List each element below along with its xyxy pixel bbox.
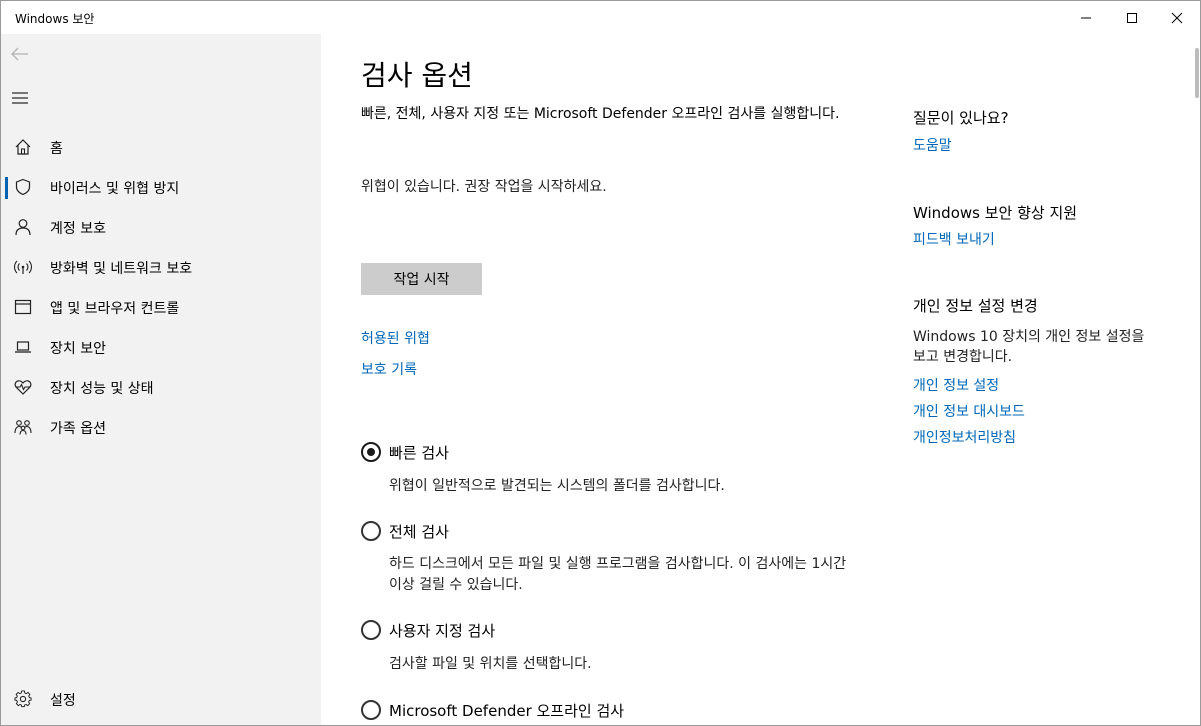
sidebar-item-label: 앱 및 브라우저 컨트롤: [50, 301, 180, 317]
offline-scan-label: Microsoft Defender 오프라인 검사: [389, 701, 625, 720]
offline-scan-option[interactable]: Microsoft Defender 오프라인 검사: [361, 699, 624, 721]
sidebar-item-family-options[interactable]: 가족 옵션: [1, 407, 321, 447]
sidebar-item-settings[interactable]: 설정: [1, 679, 321, 719]
back-button[interactable]: [11, 44, 35, 64]
full-scan-option[interactable]: 전체 검사: [361, 520, 449, 542]
home-icon: [13, 137, 33, 157]
person-icon: [13, 217, 33, 237]
sidebar-item-app-browser-control[interactable]: 앱 및 브라우저 컨트롤: [1, 287, 321, 327]
window-title: Windows 보안: [15, 12, 95, 26]
family-icon: [13, 417, 33, 437]
laptop-icon: [13, 337, 33, 357]
sidebar-item-account-protection[interactable]: 계정 보호: [1, 207, 321, 247]
sidebar-item-label: 장치 보안: [50, 341, 106, 357]
sidebar: 홈 바이러스 및 위협 방지 계정 보호 방화벽 및 네트워크 보호 앱 및 브: [1, 34, 321, 725]
sidebar-item-label: 바이러스 및 위협 방지: [50, 181, 180, 197]
custom-scan-description: 검사할 파일 및 위치를 선택합니다.: [389, 656, 592, 672]
page-title: 검사 옵션: [361, 59, 473, 92]
minimize-button[interactable]: [1063, 1, 1109, 34]
custom-scan-radio[interactable]: [361, 620, 381, 640]
shield-icon: [13, 177, 33, 197]
sidebar-item-label: 설정: [50, 693, 76, 709]
quick-scan-description: 위협이 일반적으로 발견되는 시스템의 폴더를 검사합니다.: [389, 478, 725, 494]
title-bar: Windows 보안: [1, 1, 1200, 34]
maximize-button[interactable]: [1109, 1, 1155, 34]
quick-scan-option[interactable]: 빠른 검사: [361, 441, 449, 463]
maximize-icon: [1127, 12, 1137, 23]
vertical-scrollbar[interactable]: [1193, 34, 1200, 725]
privacy-heading: 개인 정보 설정 변경: [913, 297, 1038, 315]
sidebar-item-label: 홈: [50, 141, 63, 157]
gear-icon: [13, 689, 33, 709]
quick-scan-label: 빠른 검사: [389, 443, 449, 462]
back-arrow-icon: [11, 47, 28, 61]
close-button[interactable]: [1154, 1, 1200, 34]
privacy-statement-link[interactable]: 개인정보처리방침: [913, 427, 1016, 447]
sidebar-item-label: 계정 보호: [50, 221, 106, 237]
hamburger-menu-button[interactable]: [11, 88, 35, 108]
sidebar-item-firewall-network[interactable]: 방화벽 및 네트워크 보호: [1, 247, 321, 287]
privacy-dashboard-link[interactable]: 개인 정보 대시보드: [913, 401, 1025, 421]
windows-security-window: Windows 보안 홈 바이러스 및 위협 방지 계정 보호 방화벽 및 네트…: [0, 0, 1201, 726]
sidebar-item-label: 가족 옵션: [50, 421, 106, 437]
scrollbar-thumb[interactable]: [1195, 48, 1199, 98]
question-heading: 질문이 있나요?: [913, 109, 1009, 127]
app-window-icon: [13, 297, 33, 317]
allowed-threats-link[interactable]: 허용된 위협: [361, 328, 430, 348]
protection-history-link[interactable]: 보호 기록: [361, 359, 417, 379]
privacy-settings-link[interactable]: 개인 정보 설정: [913, 375, 999, 395]
close-icon: [1171, 12, 1183, 23]
right-panel: 질문이 있나요? 도움말 Windows 보안 향상 지원 피드백 보내기 개인…: [881, 34, 1181, 725]
sidebar-item-home[interactable]: 홈: [1, 127, 321, 167]
privacy-text: Windows 10 장치의 개인 정보 설정을 보고 변경합니다.: [913, 329, 1145, 365]
hamburger-icon: [12, 92, 28, 104]
offline-scan-radio[interactable]: [361, 700, 381, 720]
heart-pulse-icon: [13, 377, 33, 397]
page-description: 빠른, 전체, 사용자 지정 또는 Microsoft Defender 오프라…: [361, 106, 840, 122]
sidebar-item-device-performance-health[interactable]: 장치 성능 및 상태: [1, 367, 321, 407]
minimize-icon: [1081, 17, 1091, 18]
sidebar-item-virus-threat-protection[interactable]: 바이러스 및 위협 방지: [1, 167, 321, 207]
custom-scan-label: 사용자 지정 검사: [389, 621, 496, 640]
feedback-link[interactable]: 피드백 보내기: [913, 229, 995, 249]
wireless-icon: [13, 257, 33, 277]
full-scan-radio[interactable]: [361, 521, 381, 541]
main-content: 검사 옵션 빠른, 전체, 사용자 지정 또는 Microsoft Defend…: [321, 34, 881, 725]
improve-heading: Windows 보안 향상 지원: [913, 204, 1078, 222]
quick-scan-radio[interactable]: [361, 442, 381, 462]
threat-status-text: 위협이 있습니다. 권장 작업을 시작하세요.: [361, 179, 607, 195]
start-actions-button[interactable]: 작업 시작: [361, 263, 482, 295]
full-scan-label: 전체 검사: [389, 522, 449, 541]
sidebar-item-label: 방화벽 및 네트워크 보호: [50, 261, 193, 277]
sidebar-item-label: 장치 성능 및 상태: [50, 381, 154, 397]
sidebar-item-device-security[interactable]: 장치 보안: [1, 327, 321, 367]
custom-scan-option[interactable]: 사용자 지정 검사: [361, 619, 495, 641]
help-link[interactable]: 도움말: [913, 135, 952, 155]
full-scan-description: 하드 디스크에서 모든 파일 및 실행 프로그램을 검사합니다. 이 검사에는 …: [389, 556, 847, 593]
